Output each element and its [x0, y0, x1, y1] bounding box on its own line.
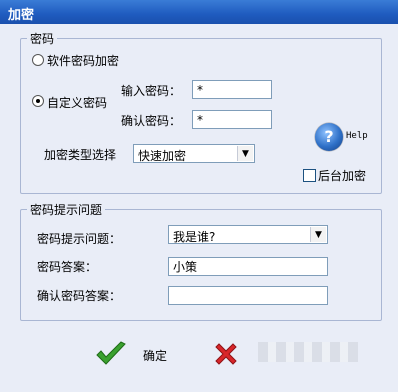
password-hint-group-title: 密码提示问题 [27, 201, 106, 218]
chevron-down-icon[interactable]: ▼ [237, 146, 253, 161]
chevron-down-icon[interactable]: ▼ [310, 227, 326, 242]
ok-checkmark-icon[interactable] [94, 340, 128, 368]
hint-answer-field[interactable]: 小策 [168, 257, 328, 276]
software-encrypt-label[interactable]: 软件密码加密 [47, 52, 119, 69]
confirm-hint-answer-field[interactable] [168, 286, 328, 305]
input-password-label: 输入密码： [121, 84, 182, 98]
help-label[interactable]: Help [346, 131, 368, 141]
background-encrypt-label[interactable]: 后台加密 [318, 167, 366, 184]
window-title: 加密 [8, 8, 35, 23]
encrypt-type-select[interactable]: 快速加密 ▼ [133, 144, 255, 163]
title-bar[interactable]: 加密 [0, 0, 398, 24]
cancel-x-icon[interactable] [213, 341, 239, 367]
custom-password-radio[interactable] [32, 95, 44, 107]
hint-question-select[interactable]: 我是谁? ▼ [168, 225, 328, 244]
encrypt-dialog: 加密 密码 软件密码加密 自定义密码 输入密码： * 确认密码： * 加密类型选… [0, 0, 398, 392]
help-icon[interactable]: ? [315, 123, 343, 151]
background-encrypt-checkbox[interactable] [303, 169, 316, 182]
ok-button[interactable]: 确定 [143, 347, 167, 364]
input-password-field[interactable]: * [192, 80, 272, 99]
hint-question-label: 密码提示问题： [37, 232, 122, 246]
hint-answer-label: 密码答案： [37, 260, 98, 274]
obscured-area [258, 342, 358, 362]
radio-selected-dot [36, 99, 40, 103]
encrypt-type-label: 加密类型选择 [44, 148, 117, 162]
custom-password-label[interactable]: 自定义密码 [47, 94, 107, 111]
hint-question-value: 我是谁? [173, 230, 216, 244]
confirm-password-label: 确认密码： [121, 114, 182, 128]
confirm-hint-answer-label: 确认密码答案： [37, 289, 122, 303]
confirm-password-field[interactable]: * [192, 110, 272, 129]
encrypt-type-value: 快速加密 [138, 149, 187, 163]
password-group-title: 密码 [27, 30, 58, 47]
software-encrypt-radio[interactable] [32, 54, 44, 66]
